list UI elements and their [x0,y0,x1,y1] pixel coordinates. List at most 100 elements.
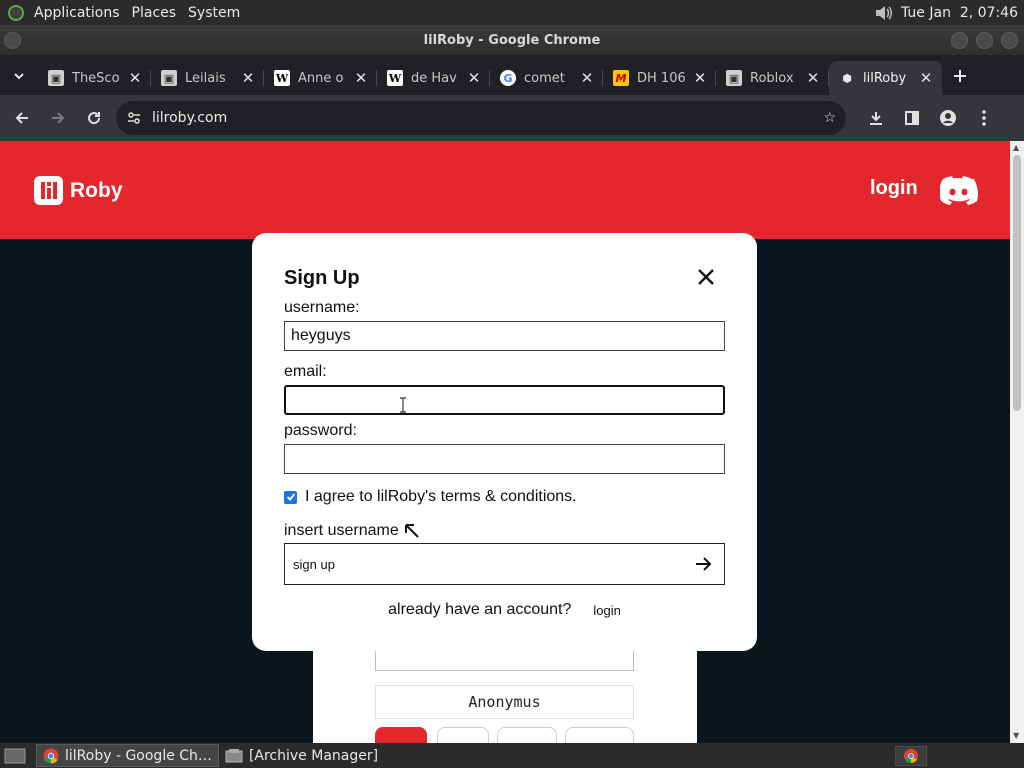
close-tab-icon[interactable]: ✕ [353,69,369,87]
tab-lilroby[interactable]: ⬢ lilRoby ✕ [829,61,942,95]
taskbar: lilRoby - Google Ch… [Archive Manager] [0,743,1024,768]
scroll-up-icon[interactable]: ▲ [1013,143,1019,152]
brand-name: Roby [70,178,123,202]
tab-label: Roblox [750,70,794,86]
tab-roblox[interactable]: ▣ Roblox ✕ [716,61,829,95]
taskbar-item-chrome[interactable]: lilRoby - Google Ch… [36,744,219,767]
roblox-icon: ▣ [161,70,177,86]
close-window-button[interactable] [1001,32,1018,49]
tab-anne[interactable]: W Anne o ✕ [264,61,377,95]
close-tab-icon[interactable]: ✕ [692,69,708,87]
password-field[interactable] [284,444,725,474]
show-desktop-icon[interactable] [2,746,28,766]
text-cursor-icon [400,397,406,413]
tab-comet[interactable]: G comet ✕ [490,61,603,95]
arrow-right-icon [52,112,65,124]
wikipedia-icon: W [274,70,290,86]
page-viewport: Roby login Anonymus Sign Up username: em… [0,141,1010,743]
m-icon: M [613,70,629,86]
close-icon[interactable] [692,265,720,289]
window-menu-button[interactable] [4,32,21,49]
page-scrollbar[interactable]: ▲ ▼ [1010,141,1024,743]
close-tab-icon[interactable]: ✕ [240,69,256,87]
email-field[interactable] [284,385,725,415]
site-logo[interactable]: Roby [34,176,123,205]
scrollbar-thumb[interactable] [1013,155,1021,411]
modal-footer: already have an account? login [252,601,757,619]
profile-icon [940,110,956,126]
tab-leilais[interactable]: ▣ Leilais ✕ [151,61,264,95]
lilroby-logo-icon [34,176,63,205]
background-name-field[interactable]: Anonymus [375,685,634,719]
chrome-icon [43,748,59,764]
plus-icon [954,70,966,82]
back-button[interactable] [4,100,40,136]
tab-label: Anne o [298,70,344,86]
tab-thescore[interactable]: ▣ TheSco ✕ [38,61,151,95]
terms-label[interactable]: I agree to lilRoby's terms & conditions. [305,488,577,506]
reload-icon [88,112,101,125]
taskbar-item-archive-manager[interactable]: [Archive Manager] [219,744,384,767]
bookmark-star-icon[interactable]: ☆ [823,110,836,126]
close-tab-icon[interactable]: ✕ [579,69,595,87]
side-panel-icon [905,111,919,125]
archive-icon [225,748,243,762]
volume-icon[interactable] [873,3,893,23]
hint-text: insert username [284,522,399,539]
modal-title: Sign Up [284,267,360,289]
window-title-bar[interactable]: lilRoby - Google Chrome [0,25,1024,55]
download-icon [870,112,882,125]
menu-places[interactable]: Places [126,5,183,21]
minimize-button[interactable] [951,32,968,49]
background-chip[interactable] [497,727,557,743]
clock[interactable]: Tue Jan 2, 07:46 [901,5,1018,21]
chrome-tray-icon[interactable] [895,745,927,766]
tab-search-button[interactable] [0,58,38,94]
menu-system[interactable]: System [182,5,246,21]
close-tab-icon[interactable]: ✕ [918,69,934,87]
profile-button[interactable] [930,100,966,136]
site-settings-icon[interactable] [126,110,142,126]
url-text[interactable]: lilroby.com [152,110,227,126]
menu-applications[interactable]: Applications [28,5,126,21]
footer-text: already have an account? [388,601,572,618]
site-header: Roby login [0,141,1010,239]
tab-de-havilland[interactable]: W de Hav ✕ [377,61,490,95]
taskbar-label: [Archive Manager] [248,747,379,764]
reload-button[interactable] [76,100,112,136]
chrome-menu-button[interactable] [966,100,1002,136]
side-panel-button[interactable] [894,100,930,136]
footer-login-link[interactable]: login [593,603,620,618]
browser-toolbar: lilroby.com ☆ [0,95,1024,141]
new-tab-button[interactable] [942,58,978,94]
close-tab-icon[interactable]: ✕ [805,69,821,87]
forward-button[interactable] [40,100,76,136]
chevron-down-icon [14,73,24,80]
distro-logo-icon[interactable] [8,4,24,21]
tab-strip: ▣ TheSco ✕ ▣ Leilais ✕ W Anne o ✕ W de H… [0,55,1024,95]
username-field[interactable] [284,321,725,351]
window-title: lilRoby - Google Chrome [423,32,601,48]
tab-label: comet [524,70,565,86]
top-panel: Applications Places System Tue Jan 2, 07… [0,0,1024,25]
discord-icon[interactable] [940,175,978,205]
address-bar[interactable]: lilroby.com ☆ [116,101,846,135]
signup-button[interactable]: sign up [284,543,725,585]
tab-label: Leilais [185,70,226,86]
close-tab-icon[interactable]: ✕ [466,69,482,87]
background-chip[interactable] [437,727,489,743]
background-chip-red[interactable] [375,727,427,743]
scroll-down-icon[interactable]: ▼ [1013,731,1019,740]
background-chip[interactable] [565,727,634,743]
password-label: password: [284,422,357,439]
maximize-button[interactable] [976,32,993,49]
arrow-right-icon [696,557,712,571]
roblox-icon: ▣ [48,70,64,86]
terms-checkbox[interactable] [284,490,297,504]
close-tab-icon[interactable]: ✕ [127,69,143,87]
wikipedia-icon: W [387,70,403,86]
email-label: email: [284,363,327,380]
downloads-button[interactable] [858,100,894,136]
tab-dh106[interactable]: M DH 106 ✕ [603,61,716,95]
header-login-link[interactable]: login [870,177,918,200]
